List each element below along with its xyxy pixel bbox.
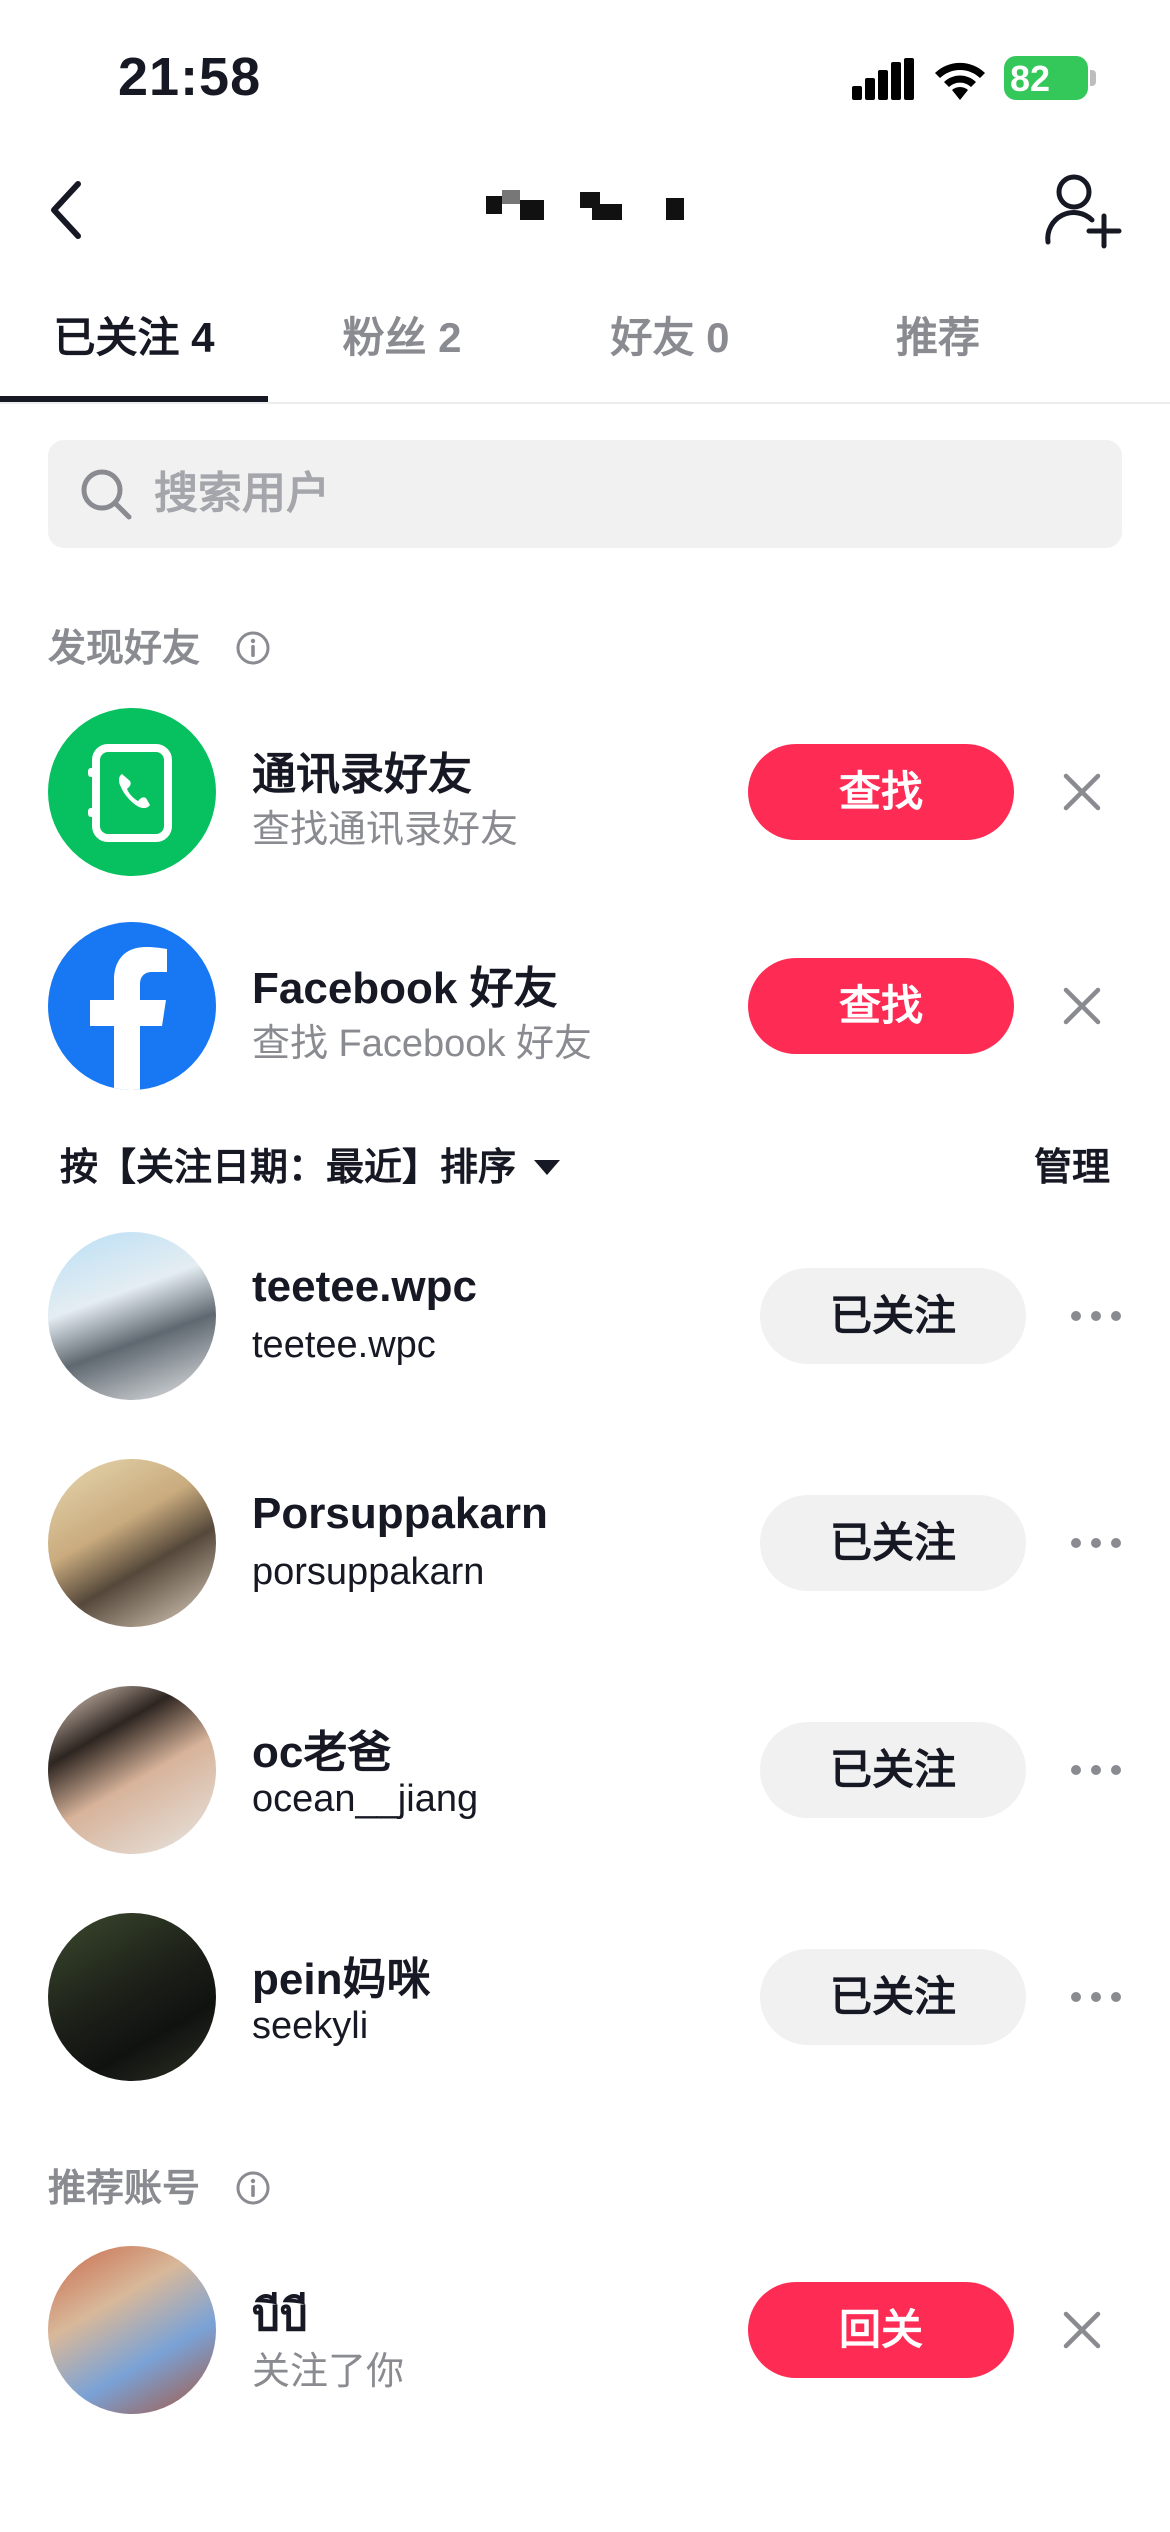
battery-level: 82: [1010, 58, 1051, 99]
more-options-icon[interactable]: [1068, 1298, 1124, 1334]
facebook-subtitle: 查找 Facebook 好友: [252, 1023, 592, 1065]
tab-followers[interactable]: 粉丝 2: [268, 290, 536, 402]
user-avatar[interactable]: [48, 1459, 216, 1627]
tab-bar: 已关注 4 粉丝 2 好友 0 推荐: [0, 290, 1170, 404]
user-avatar[interactable]: [48, 1686, 216, 1854]
status-time: 21:58: [118, 47, 262, 107]
following-button[interactable]: 已关注: [760, 1722, 1026, 1818]
contacts-title: 通讯录好友: [252, 750, 472, 799]
user-name: Porsuppakarn: [252, 1489, 548, 1538]
find-contacts-button[interactable]: 查找: [748, 744, 1014, 840]
caret-down-icon: [534, 1160, 561, 1176]
following-row[interactable]: teetee.wpc teetee.wpc 已关注: [0, 1232, 1170, 1400]
search-bar[interactable]: [48, 440, 1122, 548]
dismiss-contacts-icon[interactable]: [1058, 768, 1106, 816]
battery-tip: [1090, 70, 1096, 86]
following-button[interactable]: 已关注: [760, 1268, 1026, 1364]
page-title-redacted: [480, 188, 700, 232]
user-avatar[interactable]: [48, 1913, 216, 2081]
contacts-avatar: [48, 708, 216, 876]
user-name: pein妈咪: [252, 1955, 431, 2004]
find-facebook-button[interactable]: 查找: [748, 958, 1014, 1054]
tab-suggested[interactable]: 推荐: [804, 290, 1072, 402]
user-avatar[interactable]: [48, 2246, 216, 2414]
add-friend-icon[interactable]: [1040, 168, 1124, 252]
user-name: oc老爸: [252, 1728, 392, 1777]
search-input[interactable]: [154, 440, 1054, 548]
following-row[interactable]: pein妈咪 seekyli 已关注: [0, 1913, 1170, 2081]
sort-dropdown[interactable]: 按【关注日期：最近】排序: [60, 1138, 561, 1198]
active-tab-indicator: [0, 396, 268, 402]
user-handle: ocean__jiang: [252, 1778, 479, 1820]
info-icon[interactable]: [235, 630, 271, 666]
discover-friends-header: 发现好友: [48, 624, 271, 674]
search-icon: [81, 469, 132, 520]
status-bar: 21:58 82: [0, 0, 1170, 150]
more-options-icon[interactable]: [1068, 1752, 1124, 1788]
wifi-icon: [935, 62, 985, 100]
following-row[interactable]: Porsuppakarn porsuppakarn 已关注: [0, 1459, 1170, 1627]
discover-facebook-row: Facebook 好友 查找 Facebook 好友 查找: [0, 922, 1170, 1090]
recommended-title: 推荐账号: [48, 2168, 201, 2210]
dismiss-recommendation-icon[interactable]: [1058, 2306, 1106, 2354]
following-button[interactable]: 已关注: [760, 1949, 1026, 2045]
manage-button[interactable]: 管理: [1034, 1138, 1110, 1198]
back-button[interactable]: [36, 174, 100, 246]
user-name: teetee.wpc: [252, 1262, 477, 1311]
recommended-header: 推荐账号: [48, 2164, 271, 2214]
cellular-signal-icon: [852, 58, 914, 100]
user-avatar[interactable]: [48, 1232, 216, 1400]
user-handle: seekyli: [252, 2005, 369, 2047]
facebook-avatar: [48, 922, 216, 1090]
following-row[interactable]: oc老爸 ocean__jiang 已关注: [0, 1686, 1170, 1854]
recommended-row[interactable]: บีบี 关注了你 回关: [0, 2246, 1170, 2414]
facebook-title: Facebook 好友: [252, 964, 558, 1013]
follow-back-button[interactable]: 回关: [748, 2282, 1014, 2378]
more-options-icon[interactable]: [1068, 1525, 1124, 1561]
sort-label: 按【关注日期：最近】排序: [60, 1147, 517, 1189]
discover-contacts-row: 通讯录好友 查找通讯录好友 查找: [0, 708, 1170, 876]
user-handle: porsuppakarn: [252, 1551, 485, 1593]
more-options-icon[interactable]: [1068, 1979, 1124, 2015]
followed-you-label: 关注了你: [252, 2351, 405, 2393]
tab-following[interactable]: 已关注 4: [0, 290, 268, 402]
facebook-logo-icon: [90, 947, 167, 1090]
following-button[interactable]: 已关注: [760, 1495, 1026, 1591]
dismiss-facebook-icon[interactable]: [1058, 982, 1106, 1030]
contacts-book-icon: [88, 744, 172, 842]
contacts-subtitle: 查找通讯录好友: [252, 809, 519, 851]
discover-friends-title: 发现好友: [48, 628, 201, 670]
tab-friends[interactable]: 好友 0: [536, 290, 804, 402]
user-handle: teetee.wpc: [252, 1324, 436, 1366]
info-icon[interactable]: [235, 2170, 271, 2206]
nav-bar: [0, 160, 1170, 260]
